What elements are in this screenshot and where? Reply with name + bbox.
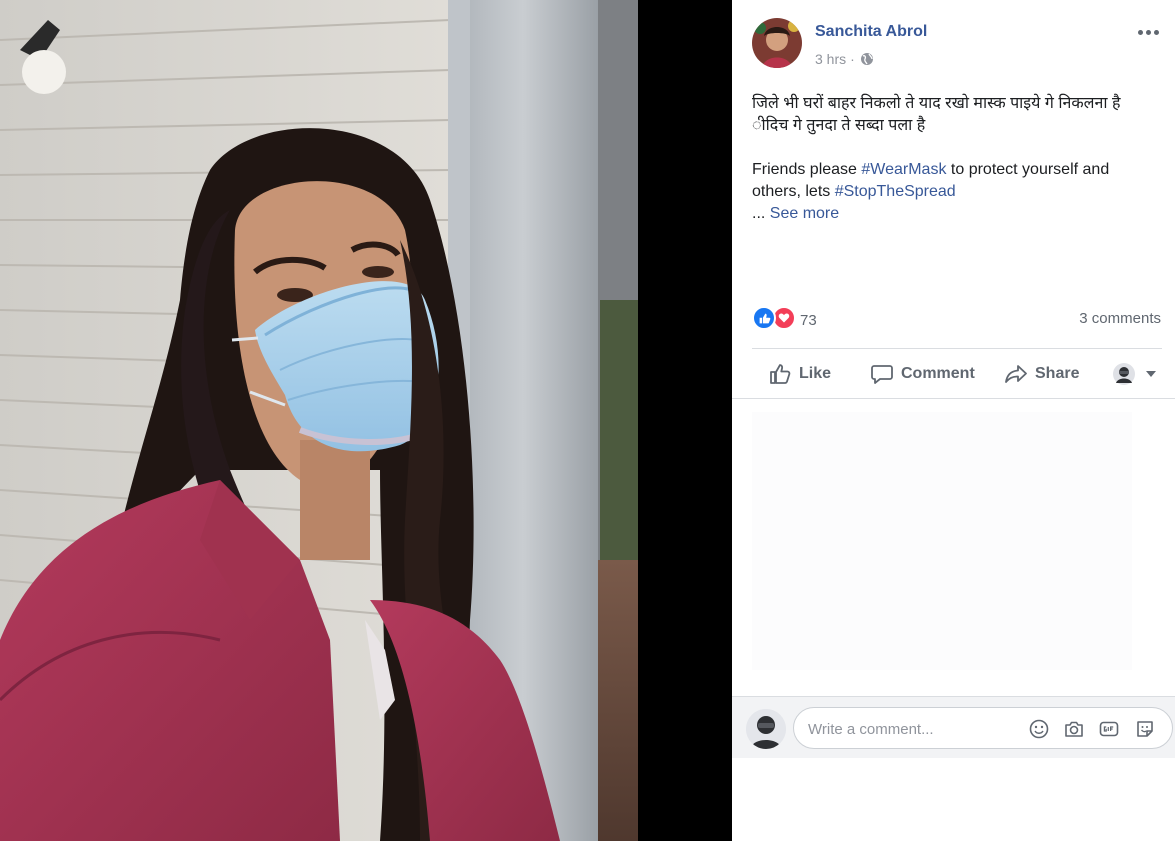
share-arrow-icon — [1005, 365, 1027, 383]
chevron-down-icon — [1146, 371, 1156, 377]
see-more-link[interactable]: See more — [770, 205, 839, 222]
photo-area — [0, 0, 732, 841]
hashtag-wearmask[interactable]: #WearMask — [861, 161, 946, 178]
author-avatar[interactable] — [752, 18, 802, 68]
sticker-icon[interactable] — [1134, 718, 1156, 740]
post-side-panel: Sanchita Abrol 3 hrs · जिले भी घरों बाहर… — [732, 0, 1175, 841]
post-text-line: जिले भी घरों बाहर निकलो ते याद रखो मास्क… — [752, 95, 1121, 112]
globe-icon[interactable] — [860, 52, 874, 66]
photo-viewer: Sanchita Abrol 3 hrs · जिले भी घरों बाहर… — [0, 0, 1175, 841]
divider — [732, 398, 1175, 399]
current-user-avatar[interactable] — [746, 709, 786, 749]
hashtag-stopthespread[interactable]: #StopTheSpread — [835, 183, 956, 200]
comment-bubble-icon — [871, 365, 893, 384]
emoji-icon[interactable] — [1028, 718, 1050, 740]
share-label: Share — [1035, 365, 1080, 382]
post-message: जिले भी घरों बाहर निकलो ते याद रखो मास्क… — [752, 93, 1157, 225]
comment-label: Comment — [901, 365, 975, 382]
reaction-count: 73 — [800, 311, 817, 329]
reactions-summary[interactable]: 73 — [752, 305, 817, 331]
post-meta: 3 hrs · — [815, 51, 874, 67]
thumbs-up-icon — [770, 364, 791, 384]
comment-input[interactable] — [808, 718, 1018, 740]
more-horizontal-icon[interactable] — [1136, 22, 1162, 42]
meta-separator: · — [850, 51, 855, 67]
author-name[interactable]: Sanchita Abrol — [815, 23, 927, 41]
action-bar: Like Comment Share — [752, 355, 1167, 393]
react-as-selector[interactable] — [1113, 355, 1156, 393]
post-text-english: Friends please #WearMask to protect your… — [752, 159, 1157, 203]
like-button[interactable]: Like — [768, 355, 831, 393]
post-text-line: ीदिच गे तुनदा ते सब्दा पला है — [752, 117, 926, 134]
like-label: Like — [799, 365, 832, 382]
comment-button[interactable]: Comment — [870, 355, 975, 393]
divider — [752, 348, 1162, 349]
camera-icon[interactable] — [1063, 718, 1085, 740]
gif-icon[interactable] — [1098, 718, 1120, 740]
user-avatar-small — [1113, 363, 1135, 385]
post-text-span: Friends please — [752, 161, 862, 178]
see-more-row: ... See more — [752, 203, 1157, 225]
ellipsis: ... — [752, 205, 770, 222]
post-time[interactable]: 3 hrs — [815, 51, 846, 67]
comments-count-link[interactable]: 3 comments — [1079, 310, 1161, 327]
comment-composer — [732, 696, 1175, 758]
comments-loading-placeholder — [752, 412, 1132, 670]
panel-bottom-space — [732, 758, 1175, 841]
comment-input-box — [793, 707, 1173, 749]
post-header: Sanchita Abrol 3 hrs · — [752, 18, 1162, 72]
post-photo[interactable] — [0, 0, 638, 841]
like-reaction-icon — [752, 306, 776, 330]
share-button[interactable]: Share — [1004, 355, 1079, 393]
